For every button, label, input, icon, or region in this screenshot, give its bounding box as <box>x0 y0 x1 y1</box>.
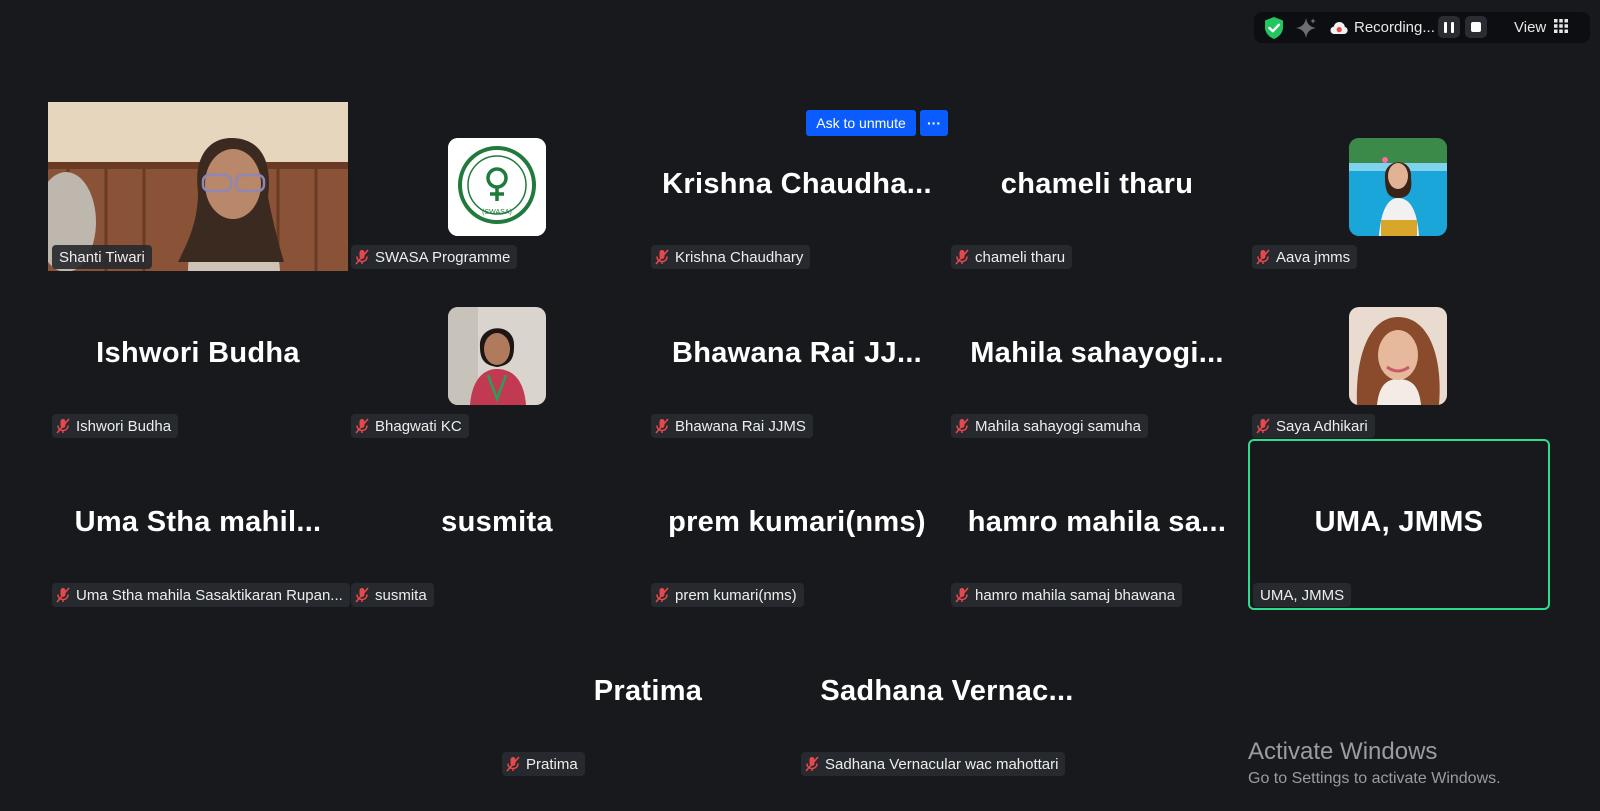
participant-display-name: prem kumari(nms) <box>668 506 926 538</box>
participant-tile[interactable]: chameli tharu chameli tharu <box>947 102 1247 271</box>
participant-name: UMA, JMMS <box>1260 586 1345 604</box>
profile-photo <box>448 307 546 405</box>
participant-display-name: Uma Stha mahil... <box>74 506 322 538</box>
participant-tile[interactable]: Krishna Chaudha... Krishna Chaudhary <box>647 102 947 271</box>
participant-nameplate: Shanti Tiwari <box>52 245 152 269</box>
participant-display-name: chameli tharu <box>1000 168 1194 200</box>
participant-name: susmita <box>375 586 427 604</box>
swasa-logo-avatar: (SWASA) <box>448 138 546 236</box>
participant-tile[interactable]: Saya Adhikari <box>1248 271 1548 440</box>
participant-nameplate: Saya Adhikari <box>1252 414 1375 438</box>
participant-display-name: Mahila sahayogi... <box>970 337 1224 369</box>
participant-nameplate: Pratima <box>502 752 585 776</box>
participant-tile[interactable]: Aava jmms <box>1248 102 1548 271</box>
participant-tile[interactable]: (SWASA) SWASA Programme <box>347 102 647 271</box>
stop-recording-button[interactable] <box>1465 16 1487 38</box>
muted-mic-icon <box>955 249 969 265</box>
participant-display-name: Krishna Chaudha... <box>662 168 932 200</box>
participant-nameplate: SWASA Programme <box>351 245 518 269</box>
participant-display-name: susmita <box>441 506 553 538</box>
participant-name: Sadhana Vernacular wac mahottari <box>825 755 1059 773</box>
profile-photo <box>1349 307 1447 405</box>
participant-nameplate: Bhagwati KC <box>351 414 469 438</box>
participant-tile[interactable]: Ishwori Budha Ishwori Budha <box>48 271 348 440</box>
profile-photo <box>1349 138 1447 236</box>
participant-name: hamro mahila samaj bhawana <box>975 586 1176 604</box>
participant-name: Shanti Tiwari <box>59 248 145 266</box>
shield-check-icon[interactable] <box>1263 16 1285 40</box>
profile-photo-image <box>1349 307 1447 405</box>
participant-nameplate: Aava jmms <box>1252 245 1358 269</box>
participant-display-name: Pratima <box>593 675 703 707</box>
profile-photo-image <box>1349 138 1447 236</box>
grid-icon[interactable] <box>1554 19 1568 33</box>
participant-name: prem kumari(nms) <box>675 586 797 604</box>
participant-tile[interactable]: Pratima Pratima <box>498 609 798 778</box>
view-menu-label[interactable]: View <box>1514 19 1546 36</box>
windows-activation-watermark: Activate Windows Go to Settings to activ… <box>1248 738 1501 788</box>
participant-name: Krishna Chaudhary <box>675 248 804 266</box>
participant-tile[interactable]: Shanti Tiwari <box>48 102 348 271</box>
muted-mic-icon <box>1256 249 1270 265</box>
participant-nameplate: Uma Stha mahila Sasaktikaran Rupan... <box>52 583 350 607</box>
participant-nameplate: Ishwori Budha <box>52 414 179 438</box>
participant-nameplate: UMA, JMMS <box>1253 583 1352 607</box>
muted-mic-icon <box>655 418 669 434</box>
participant-nameplate: hamro mahila samaj bhawana <box>951 583 1183 607</box>
participant-nameplate: chameli tharu <box>951 245 1073 269</box>
cloud-record-icon <box>1330 22 1348 34</box>
muted-mic-icon <box>56 587 70 603</box>
participant-display-name: Sadhana Vernac... <box>820 675 1074 707</box>
participant-display-name: hamro mahila sa... <box>967 506 1227 538</box>
participant-tile[interactable]: Bhagwati KC <box>347 271 647 440</box>
participant-name: Bhagwati KC <box>375 417 462 435</box>
participant-display-name: Bhawana Rai JJ... <box>671 337 923 369</box>
muted-mic-icon <box>355 418 369 434</box>
participant-name: Pratima <box>526 755 578 773</box>
participant-display-name: UMA, JMMS <box>1314 506 1484 538</box>
watermark-title: Activate Windows <box>1248 738 1438 765</box>
swasa-logo: (SWASA) <box>448 138 546 236</box>
swasa-logo-text: (SWASA) <box>482 209 512 216</box>
participant-display-name: Ishwori Budha <box>96 337 300 369</box>
participant-tile[interactable]: prem kumari(nms) prem kumari(nms) <box>647 440 947 609</box>
participant-name: Aava jmms <box>1276 248 1351 266</box>
participant-name: Ishwori Budha <box>76 417 172 435</box>
participant-tile[interactable]: Mahila sahayogi... Mahila sahayogi samuh… <box>947 271 1247 440</box>
meeting-toolbar: Recording... View <box>1254 12 1590 43</box>
pause-recording-button[interactable] <box>1438 16 1460 38</box>
participant-name: Bhawana Rai JJMS <box>675 417 806 435</box>
participant-tile[interactable]: Uma Stha mahil... Uma Stha mahila Sasakt… <box>48 440 350 609</box>
participant-name: Uma Stha mahila Sasaktikaran Rupan... <box>76 586 343 604</box>
participant-tile[interactable]: hamro mahila sa... hamro mahila samaj bh… <box>947 440 1247 609</box>
participant-tile[interactable]: susmita susmita <box>347 440 647 609</box>
recording-status: Recording... <box>1354 19 1435 36</box>
participant-tile[interactable]: Bhawana Rai JJ... Bhawana Rai JJMS <box>647 271 947 440</box>
participant-nameplate: Bhawana Rai JJMS <box>651 414 813 438</box>
participant-nameplate: prem kumari(nms) <box>651 583 804 607</box>
participant-name: Mahila sahayogi samuha <box>975 417 1141 435</box>
participant-name: Saya Adhikari <box>1276 417 1368 435</box>
participant-nameplate: Sadhana Vernacular wac mahottari <box>801 752 1066 776</box>
profile-photo-image <box>448 307 546 405</box>
sparkle-icon[interactable] <box>1295 17 1317 39</box>
muted-mic-icon <box>56 418 70 434</box>
muted-mic-icon <box>506 756 520 772</box>
participant-name: SWASA Programme <box>375 248 511 266</box>
active-speaker-tile[interactable]: UMA, JMMS UMA, JMMS <box>1248 439 1550 610</box>
muted-mic-icon <box>655 249 669 265</box>
muted-mic-icon <box>655 587 669 603</box>
participant-nameplate: Mahila sahayogi samuha <box>951 414 1148 438</box>
participant-name: chameli tharu <box>975 248 1066 266</box>
muted-mic-icon <box>355 249 369 265</box>
muted-mic-icon <box>955 587 969 603</box>
participant-tile[interactable]: Sadhana Vernac... Sadhana Vernacular wac… <box>797 609 1097 778</box>
muted-mic-icon <box>955 418 969 434</box>
muted-mic-icon <box>355 587 369 603</box>
participant-nameplate: susmita <box>351 583 434 607</box>
participant-nameplate: Krishna Chaudhary <box>651 245 811 269</box>
muted-mic-icon <box>805 756 819 772</box>
muted-mic-icon <box>1256 418 1270 434</box>
watermark-subtitle: Go to Settings to activate Windows. <box>1248 770 1501 787</box>
